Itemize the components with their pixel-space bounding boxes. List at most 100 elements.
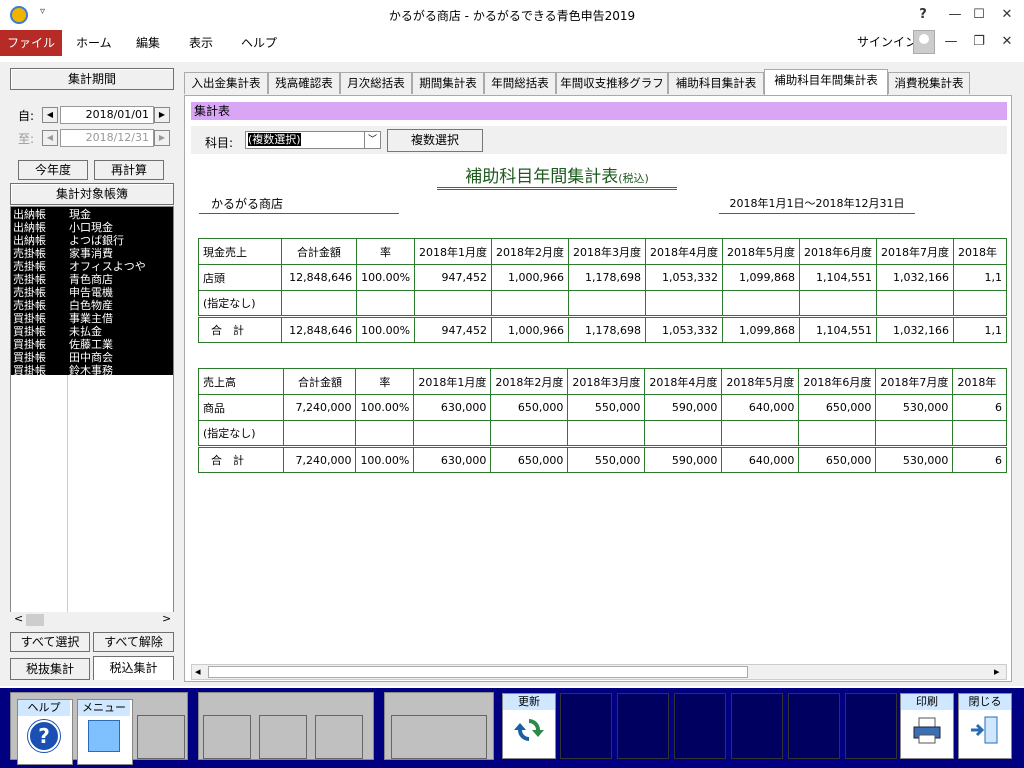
to-date-field[interactable]: 2018/12/31 (60, 129, 154, 147)
ribbon-restore-button[interactable]: ❐ (964, 30, 994, 54)
ledger-item[interactable]: 売掛帳 申告電機 (11, 286, 173, 299)
table-cell: 650,000 (798, 445, 877, 473)
ledger-item[interactable]: 買掛帳 田中商会 (11, 351, 173, 364)
tax-included-tab[interactable]: 税込集計 (93, 656, 174, 680)
menu-home[interactable]: ホーム (76, 30, 112, 56)
menu-view[interactable]: 表示 (189, 30, 213, 56)
table-cell: 550,000 (567, 445, 646, 473)
tab-consumption-tax[interactable]: 消費税集計表 (888, 72, 970, 94)
menu-help[interactable]: ヘルプ (241, 30, 277, 56)
table-cell: 550,000 (567, 394, 646, 421)
table-header-row: 売上高 合計金額 率 2018年1月度 2018年2月度 2018年3月度 20… (197, 368, 1007, 395)
scroll-left-icon[interactable]: < (14, 612, 23, 625)
chevron-down-icon[interactable]: ﹀ (364, 132, 380, 148)
table-cell: 合 計 (198, 315, 282, 343)
tab-period-summary[interactable]: 期間集計表 (412, 72, 484, 94)
ledger-item[interactable]: 出納帳 小口現金 (11, 221, 173, 234)
ledger-list[interactable]: 出納帳 現金 出納帳 小口現金 出納帳 よつば銀行 売掛帳 家事消費 売掛帳 オフィスよつ… (10, 206, 174, 620)
ledger-item[interactable]: 買掛帳 鈴木事務 (11, 364, 173, 377)
title-bar: ▿ かるがる商店 - かるがるできる青色申告2019 ? — ☐ ✕ (0, 0, 1024, 30)
this-year-button[interactable]: 今年度 (18, 160, 88, 180)
table-cell: 640,000 (721, 394, 800, 421)
to-prev-button[interactable]: ◀ (42, 130, 58, 146)
ledger-hscrollbar[interactable]: < > (10, 612, 174, 628)
table-cell: 合 計 (197, 445, 285, 473)
avatar[interactable] (913, 30, 935, 54)
function-slot (203, 715, 251, 759)
table-total-row: 合 計 12,848,646 100.00% 947,452 1,000,966… (198, 315, 1007, 343)
refresh-function-button[interactable]: 更新 (502, 693, 556, 759)
table-cell (799, 290, 878, 317)
tab-balance-check[interactable]: 残高確認表 (268, 72, 340, 94)
ledger-column-divider (67, 375, 68, 619)
cash-sales-table: 現金売上 合計金額 率 2018年1月度 2018年2月度 2018年3月度 2… (198, 238, 1007, 343)
table-cell: 1,1 (953, 315, 1007, 343)
ledger-item[interactable]: 出納帳 よつば銀行 (11, 234, 173, 247)
tab-monthly-summary[interactable]: 月次総括表 (340, 72, 412, 94)
maximize-button[interactable]: ☐ (964, 3, 994, 27)
ledger-item[interactable]: 出納帳 現金 (11, 208, 173, 221)
report-hscrollbar[interactable]: ◂ ▸ (191, 664, 1007, 680)
hscroll-right-icon[interactable]: ▸ (994, 665, 1000, 678)
menu-edit[interactable]: 編集 (136, 30, 160, 56)
window-title: かるがる商店 - かるがるできる青色申告2019 (388, 9, 636, 23)
app-window: ▿ かるがる商店 - かるがるできる青色申告2019 ? — ☐ ✕ ファイル … (0, 0, 1024, 768)
function-slot (674, 693, 726, 759)
ledger-item[interactable]: 売掛帳 青色商店 (11, 273, 173, 286)
ribbon-close-button[interactable]: ✕ (992, 30, 1022, 54)
from-date-field[interactable]: 2018/01/01 (60, 106, 154, 124)
menu-function-button[interactable]: メニュー (77, 699, 133, 765)
table-cell: 650,000 (490, 394, 569, 421)
help-icon[interactable]: ? (908, 3, 938, 27)
print-function-button[interactable]: 印刷 (900, 693, 954, 759)
table-cell (490, 420, 569, 447)
ledger-item[interactable]: 売掛帳 オフィスよつや (11, 260, 173, 273)
ledger-item[interactable]: 買掛帳 未払金 (11, 325, 173, 338)
to-date-row: 至: ◀ 2018/12/31 ▶ (18, 129, 178, 147)
table-cell: 2018年5月度 (721, 368, 800, 395)
hscroll-left-icon[interactable]: ◂ (195, 665, 201, 678)
ledger-item[interactable]: 売掛帳 白色物産 (11, 299, 173, 312)
account-select[interactable]: (複数選択) ﹀ (245, 131, 381, 149)
help-function-button[interactable]: ヘルプ ? (17, 699, 73, 765)
table-cell (875, 420, 954, 447)
from-next-button[interactable]: ▶ (154, 107, 170, 123)
deselect-all-button[interactable]: すべて解除 (93, 632, 174, 652)
multi-select-button[interactable]: 複数選択 (387, 129, 483, 152)
select-all-button[interactable]: すべて選択 (10, 632, 90, 652)
scroll-right-icon[interactable]: > (162, 612, 171, 625)
hscroll-thumb[interactable] (208, 666, 748, 678)
table-cell: 100.00% (356, 315, 416, 343)
function-slot (617, 693, 669, 759)
to-next-button[interactable]: ▶ (154, 130, 170, 146)
ledger-item[interactable]: 売掛帳 家事消費 (11, 247, 173, 260)
menu-file[interactable]: ファイル (0, 30, 62, 56)
recalc-button[interactable]: 再計算 (94, 160, 164, 180)
tax-excluded-tab[interactable]: 税抜集計 (10, 658, 90, 680)
table-cell (414, 290, 493, 317)
table-cell: 2018年 (953, 238, 1007, 265)
table-cell: 947,452 (414, 315, 493, 343)
tab-cash-summary[interactable]: 入出金集計表 (184, 72, 268, 94)
function-group-1: ヘルプ ? メニュー (10, 692, 188, 765)
table-cell (721, 420, 800, 447)
ledger-item[interactable]: 買掛帳 佐藤工業 (11, 338, 173, 351)
table-cell: 2018年6月度 (798, 368, 877, 395)
ledger-hscroll-thumb[interactable] (26, 614, 44, 626)
account-label: 科目: (205, 136, 234, 150)
table-cell: 650,000 (798, 394, 877, 421)
close-window-button[interactable]: ✕ (992, 3, 1022, 27)
signin-link[interactable]: サインイン (857, 30, 917, 56)
tab-sub-account-summary[interactable]: 補助科目集計表 (668, 72, 764, 94)
close-function-button[interactable]: 閉じる (958, 693, 1012, 759)
function-slot (560, 693, 612, 759)
tab-annual-graph[interactable]: 年間収支推移グラフ (556, 72, 668, 94)
ribbon-minimize-button[interactable]: — (936, 30, 966, 54)
table-cell (491, 290, 570, 317)
tab-sub-account-annual[interactable]: 補助科目年間集計表 (764, 69, 888, 95)
ledger-item[interactable]: 買掛帳 事業主借 (11, 312, 173, 325)
tab-annual-summary[interactable]: 年間総括表 (484, 72, 556, 94)
function-slot (315, 715, 363, 759)
from-prev-button[interactable]: ◀ (42, 107, 58, 123)
table-cell: 1,000,966 (491, 264, 570, 291)
